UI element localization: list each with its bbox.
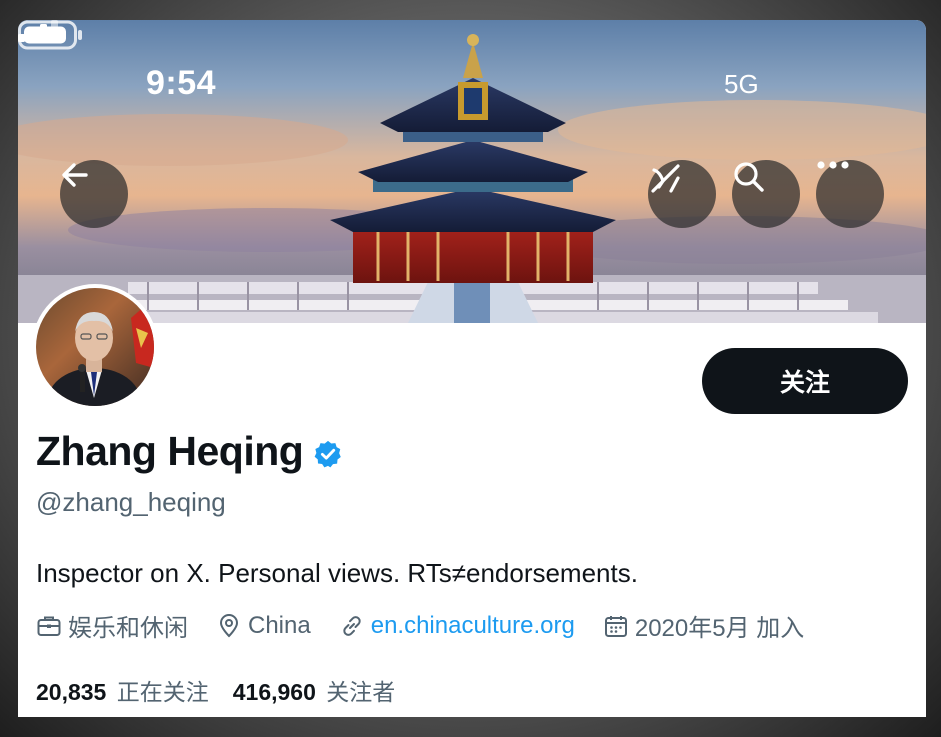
link-icon xyxy=(343,615,361,636)
location-label: China xyxy=(248,611,311,639)
profile-banner-image[interactable]: 9:54 5G xyxy=(18,20,926,323)
back-button[interactable] xyxy=(60,160,128,228)
followers-count: 416,960 xyxy=(232,679,316,705)
following-count: 20,835 xyxy=(36,679,107,705)
category-item: 娱乐和休闲 xyxy=(36,608,188,643)
follow-button[interactable]: 关注 xyxy=(702,348,908,414)
username-handle: @zhang_heqing xyxy=(36,487,226,517)
network-type: 5G xyxy=(724,69,759,99)
joined-item: 2020年5月 加入 xyxy=(603,608,804,643)
avatar[interactable] xyxy=(32,284,158,410)
profile-screen: 9:54 5G 关注 Zhang Heqing @zhang_heqing In… xyxy=(18,20,926,717)
avatar-photo xyxy=(36,288,154,406)
back-arrow-icon xyxy=(62,163,88,187)
followers-label: 关注者 xyxy=(326,679,396,705)
profile-name-row: Zhang Heqing xyxy=(36,428,343,475)
joined-date: 2020年5月 加入 xyxy=(634,615,805,642)
category-label: 娱乐和休闲 xyxy=(68,615,188,642)
grok-button[interactable] xyxy=(648,160,716,228)
profile-meta: 娱乐和休闲 China en.chinaculture.org 2020年5月 … xyxy=(36,608,832,643)
display-name: Zhang Heqing xyxy=(36,428,304,474)
more-icon xyxy=(817,161,849,169)
location-item: China xyxy=(216,612,311,640)
more-button[interactable] xyxy=(816,160,884,228)
location-pin-icon xyxy=(219,613,239,637)
follow-stats: 20,835 正在关注 416,960 关注者 xyxy=(36,673,419,707)
following-label: 正在关注 xyxy=(116,679,209,705)
status-time: 9:54 xyxy=(146,64,217,102)
website-item[interactable]: en.chinaculture.org xyxy=(339,612,575,640)
profile-bio: Inspector on X. Personal views. RTs≠endo… xyxy=(36,558,638,588)
website-link[interactable]: en.chinaculture.org xyxy=(371,612,575,640)
followers-stat[interactable]: 416,960 关注者 xyxy=(233,673,396,707)
search-icon xyxy=(734,162,764,192)
search-button[interactable] xyxy=(732,160,800,228)
grok-icon xyxy=(651,164,680,193)
avatar-portrait-illustration xyxy=(48,298,154,406)
briefcase-icon xyxy=(37,616,61,636)
battery-icon xyxy=(18,20,82,50)
following-stat[interactable]: 20,835 正在关注 xyxy=(36,673,209,707)
verified-badge-icon[interactable] xyxy=(313,439,343,469)
calendar-icon xyxy=(604,615,627,637)
